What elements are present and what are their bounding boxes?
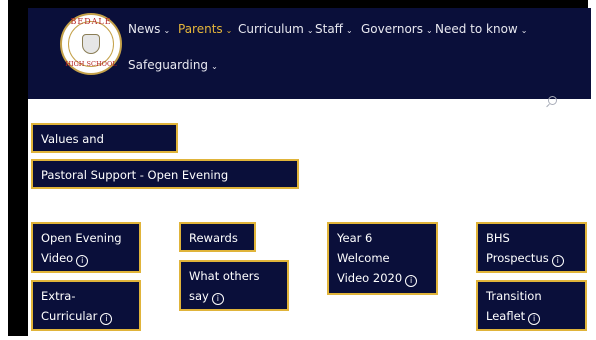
- nav-label: Need to know: [435, 22, 518, 36]
- nav-label: News: [128, 22, 161, 36]
- search-icon[interactable]: [548, 96, 557, 105]
- bhs-prospectus-button[interactable]: BHS Prospectus i: [476, 222, 587, 273]
- chevron-down-icon: ⌄: [345, 26, 353, 35]
- button-label-line: say: [189, 289, 209, 303]
- button-label-line: Leaflet: [486, 309, 526, 323]
- button-label-line: Welcome: [337, 251, 390, 265]
- values-curriculum-button[interactable]: Values and Curriculumi: [31, 123, 178, 168]
- info-icon: i: [100, 313, 113, 325]
- chevron-down-icon: ⌄: [306, 26, 314, 35]
- school-logo[interactable]: BEDALE HIGH SCHOOL: [60, 13, 122, 75]
- button-label-line: Transition: [486, 289, 542, 303]
- button-label-line: What others: [189, 269, 260, 283]
- transition-leaflet-button[interactable]: Transition Leaflet i: [476, 280, 587, 331]
- nav-need-to-know[interactable]: Need to know ⌄: [435, 22, 527, 36]
- chevron-down-icon: ⌄: [163, 26, 171, 35]
- button-label-line: Year 6: [337, 231, 373, 245]
- page-frame: BEDALE HIGH SCHOOL News ⌄ Parents ⌄ Curric…: [8, 0, 591, 336]
- chevron-down-icon: ⌄: [225, 26, 233, 35]
- info-icon: i: [551, 255, 564, 267]
- nav-curriculum[interactable]: Curriculum ⌄: [238, 22, 314, 36]
- button-label: Rewards: [189, 231, 238, 245]
- nav-news[interactable]: News ⌄: [128, 22, 170, 36]
- info-icon: i: [528, 313, 541, 325]
- open-evening-video-button[interactable]: Open Evening Video i: [31, 222, 141, 273]
- nav-staff[interactable]: Staff ⌄: [315, 22, 353, 36]
- nav-safeguarding[interactable]: Safeguarding ⌄: [128, 58, 218, 72]
- info-icon: i: [405, 275, 418, 287]
- nav-label: Governors: [361, 22, 423, 36]
- chevron-down-icon: ⌄: [211, 62, 218, 71]
- button-label-line: Video 2020: [337, 271, 403, 285]
- year6-welcome-video-button[interactable]: Year 6 Welcome Video 2020 i: [327, 222, 438, 295]
- nav-label: Safeguarding: [128, 58, 209, 72]
- chevron-down-icon: ⌄: [520, 26, 528, 35]
- chevron-down-icon: ⌄: [425, 26, 433, 35]
- button-label-line: Open Evening: [41, 231, 122, 245]
- info-icon: i: [116, 192, 129, 204]
- crest-icon: [82, 34, 100, 54]
- button-label-line: BHS: [486, 231, 510, 245]
- button-label-line: Prospectus: [486, 251, 549, 265]
- info-icon: i: [76, 255, 89, 267]
- nav-label: Parents: [178, 22, 223, 36]
- info-icon: i: [211, 293, 224, 305]
- site-header: BEDALE HIGH SCHOOL News ⌄ Parents ⌄ Curric…: [28, 8, 591, 99]
- nav-label: Staff: [315, 22, 343, 36]
- what-others-say-button[interactable]: What others say i: [179, 260, 289, 311]
- button-label: Pastoral Support - Open Evening Presenta…: [41, 168, 229, 202]
- button-label-line: Curricular: [41, 309, 98, 323]
- nav-parents[interactable]: Parents ⌄: [178, 22, 232, 36]
- button-label-line: Extra-: [41, 289, 76, 303]
- page-content: BEDALE HIGH SCHOOL News ⌄ Parents ⌄ Curric…: [28, 8, 591, 336]
- logo-bottom-text: HIGH SCHOOL: [65, 60, 117, 68]
- nav-governors[interactable]: Governors ⌄: [361, 22, 433, 36]
- nav-label: Curriculum: [238, 22, 304, 36]
- pastoral-support-button[interactable]: Pastoral Support - Open Evening Presenta…: [31, 159, 299, 204]
- rewards-button[interactable]: Rewardsi: [179, 222, 256, 267]
- extra-curricular-button[interactable]: Extra- Curricular i: [31, 280, 141, 331]
- logo-top-text: BEDALE: [70, 17, 112, 26]
- button-label-line: Video: [41, 251, 74, 265]
